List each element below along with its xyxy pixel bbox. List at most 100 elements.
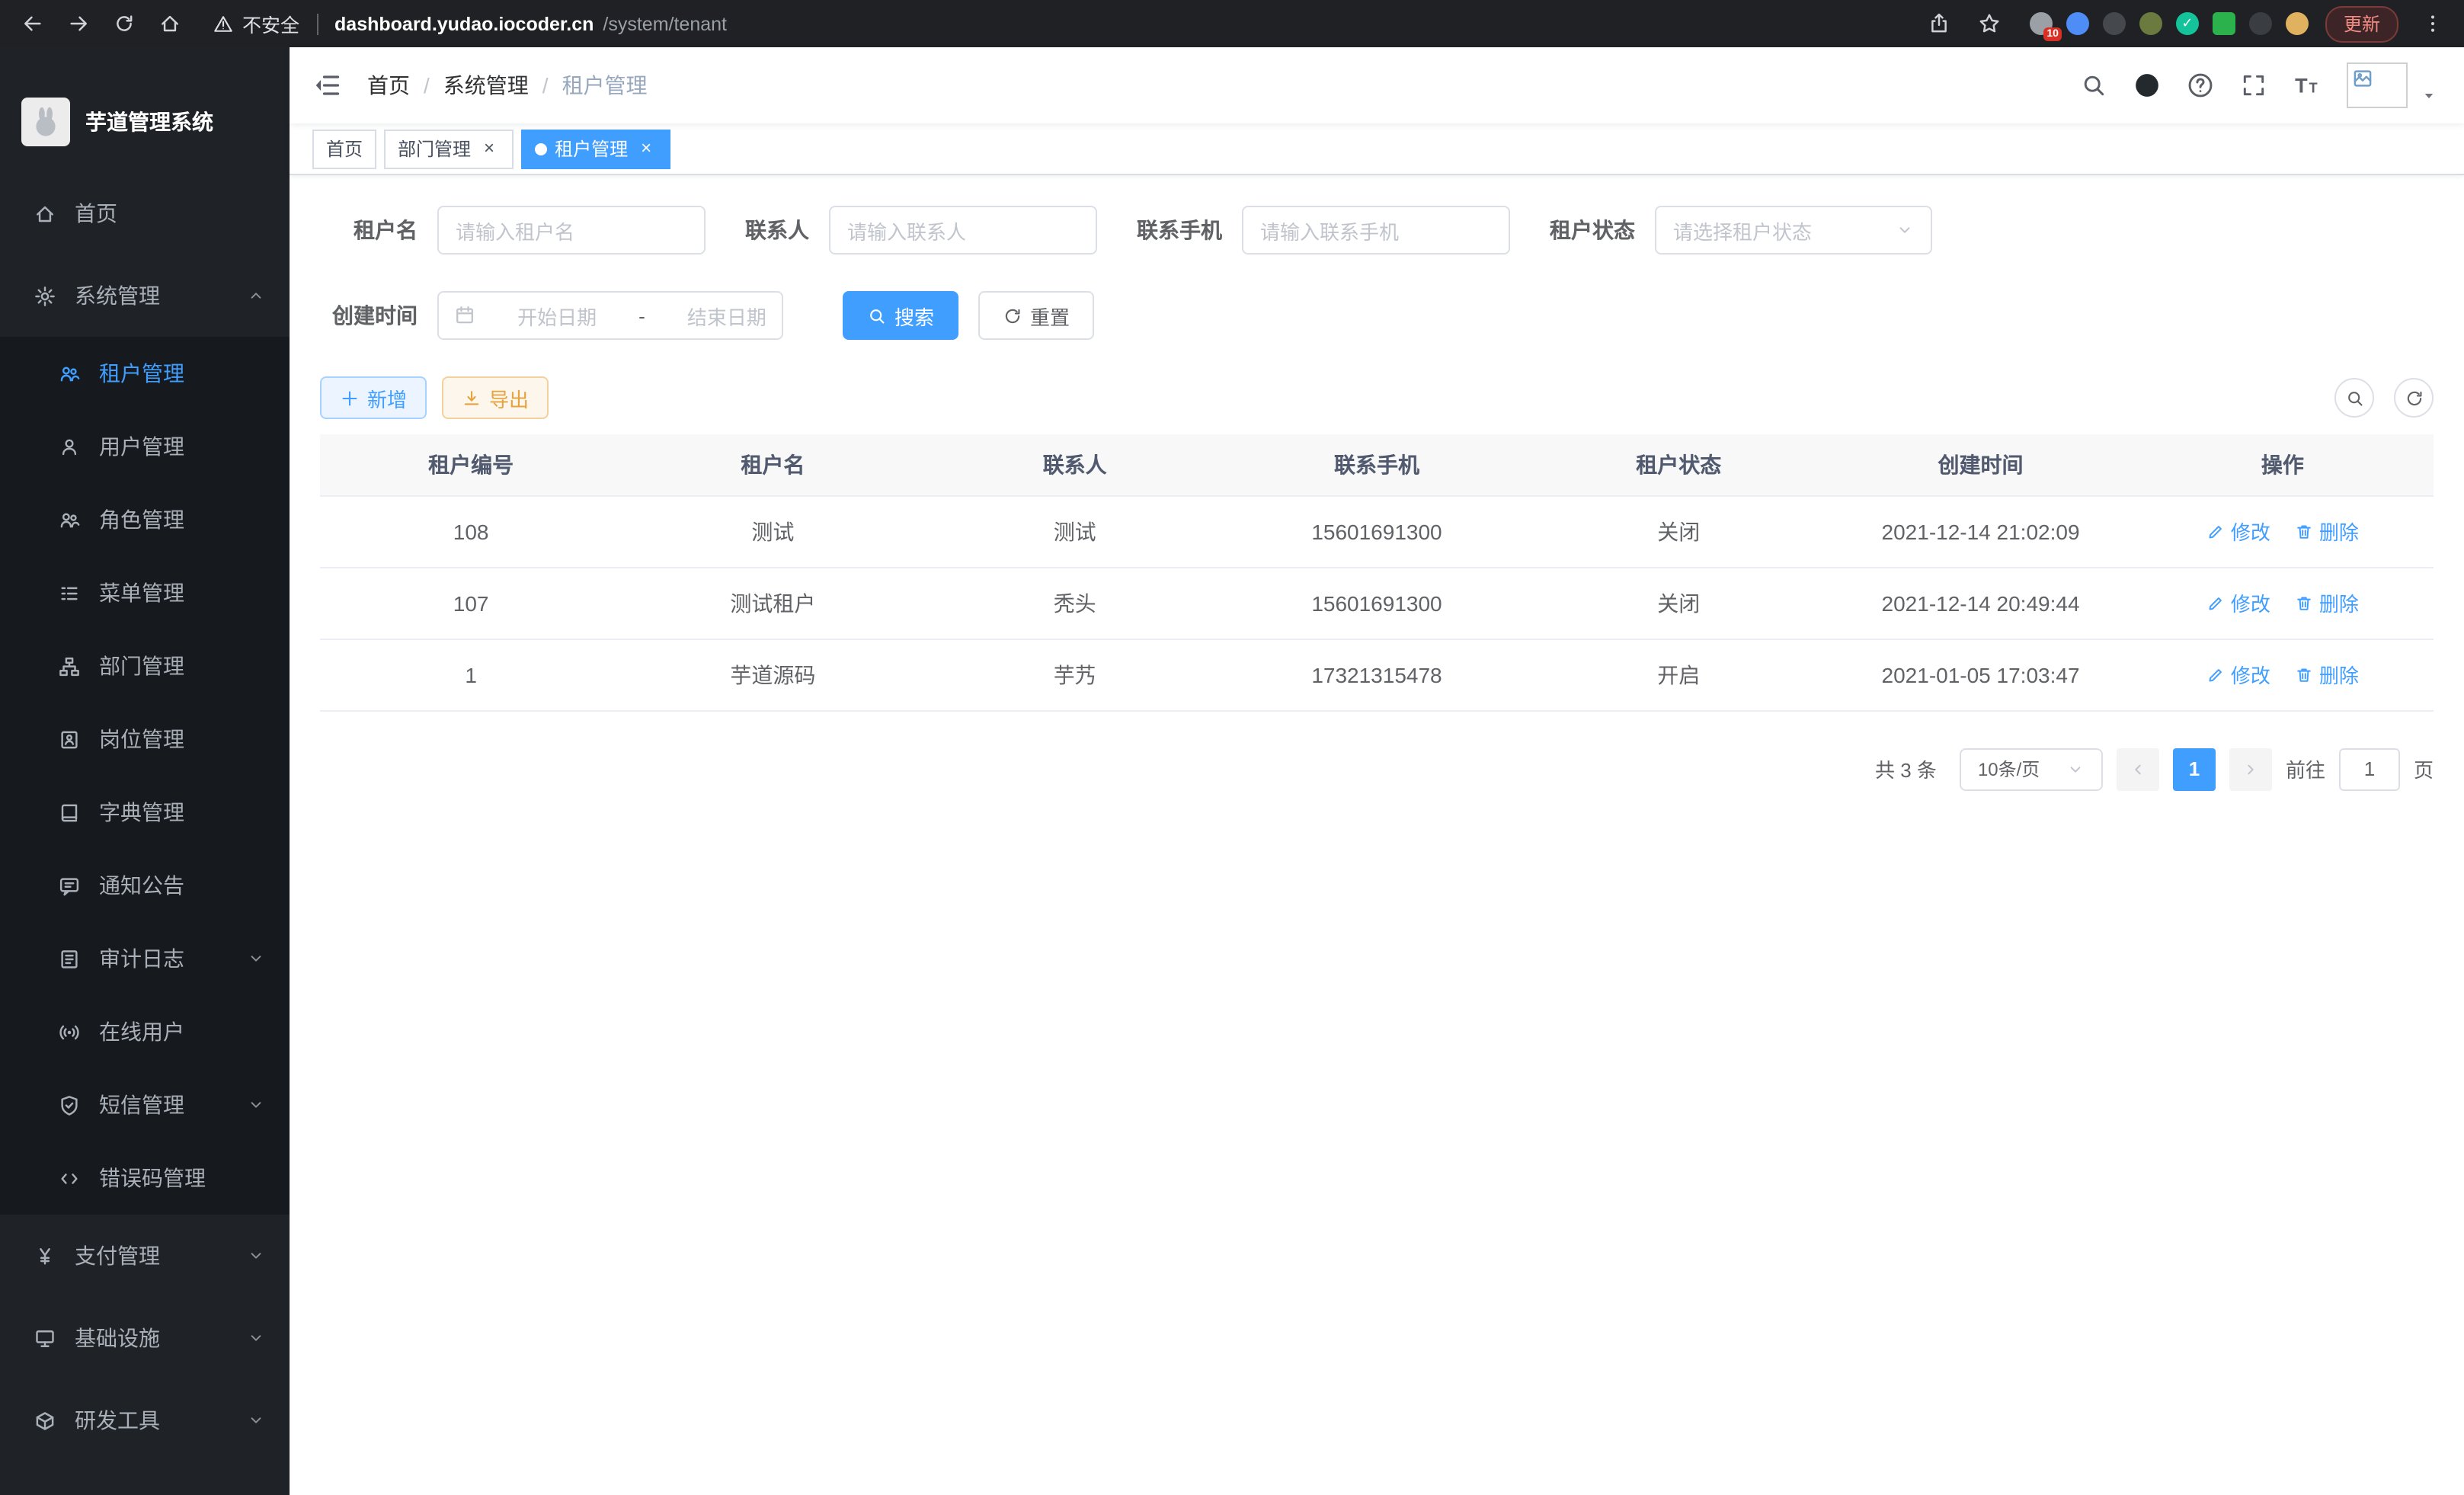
extension-icon[interactable] [2286,12,2309,35]
docs-question-icon[interactable] [2187,72,2214,99]
column-header: 租户编号 [320,434,622,495]
current-page-button[interactable]: 1 [2173,748,2216,790]
breadcrumb-separator: / [424,73,430,98]
trash-icon [2295,594,2313,612]
tenant-name-cell: 芋道源码 [622,639,923,710]
tenant-status-select[interactable]: 请选择租户状态 [1655,206,1932,255]
add-button[interactable]: 新增 [320,376,427,419]
extension-icon[interactable]: ✓ [2176,12,2199,35]
tab-home[interactable]: 首页 [312,129,376,168]
delete-button[interactable]: 删除 [2295,588,2359,617]
sidebar-item-dev-tools[interactable]: 研发工具 [0,1379,290,1461]
edit-icon [2206,665,2225,683]
add-button-label: 新增 [367,383,407,412]
extension-icon[interactable] [2213,12,2235,35]
contact-input[interactable]: 请输入联系人 [829,206,1097,255]
extension-icon[interactable] [2249,12,2272,35]
next-page-button[interactable] [2229,748,2272,790]
tenant-status-cell: 开启 [1528,639,1829,710]
breadcrumb-item[interactable]: 系统管理 [443,70,529,101]
create-time-range-picker[interactable]: 开始日期 - 结束日期 [437,291,783,340]
sidebar-item-dept[interactable]: 部门管理 [0,629,290,703]
tab-label: 首页 [326,136,363,162]
tab-tenant-manage[interactable]: 租户管理× [521,129,670,168]
security-label[interactable]: 不安全 [242,9,299,38]
chevron-down-icon [2066,760,2085,778]
filter-row-2: 创建时间 开始日期 - 结束日期 搜索 重置 [320,291,2434,340]
edit-button[interactable]: 修改 [2206,588,2270,617]
delete-button[interactable]: 删除 [2295,660,2359,689]
navbar: 首页/系统管理/租户管理 TT [290,47,2464,123]
edit-button[interactable]: 修改 [2206,517,2270,546]
sidebar-item-role[interactable]: 角色管理 [0,483,290,556]
delete-button[interactable]: 删除 [2295,517,2359,546]
sidebar-item-infrastructure[interactable]: 基础设施 [0,1297,290,1379]
sidebar-item-system[interactable]: 系统管理 [0,255,290,337]
github-icon[interactable] [2133,72,2161,99]
post-badge-icon [58,728,81,751]
browser-home-icon[interactable] [152,7,186,40]
create-time-cell: 2021-12-14 21:02:09 [1829,495,2131,567]
edit-button[interactable]: 修改 [2206,660,2270,689]
fullscreen-icon[interactable] [2240,72,2267,99]
refresh-table-icon[interactable] [2394,378,2434,418]
forward-icon[interactable] [61,7,94,40]
update-button[interactable]: 更新 [2325,5,2398,42]
page-unit-label: 页 [2414,754,2434,783]
org-tree-icon [58,655,81,677]
sidebar-item-menu[interactable]: 菜单管理 [0,556,290,629]
sidebar-item-online-user[interactable]: 在线用户 [0,995,290,1068]
share-icon[interactable] [1923,7,1957,40]
extension-icon[interactable] [2139,12,2162,35]
sidebar-item-home[interactable]: 首页 [0,172,290,255]
chevron-down-icon [247,1096,265,1114]
sidebar-item-user[interactable]: 用户管理 [0,410,290,483]
search-button[interactable]: 搜索 [843,291,958,340]
reset-button[interactable]: 重置 [978,291,1094,340]
create-time-label: 创建时间 [320,300,418,331]
sidebar-item-error-code[interactable]: 错误码管理 [0,1141,290,1215]
close-icon[interactable]: × [478,138,500,159]
home-icon [34,202,56,225]
page-size-select[interactable]: 10条/页 [1960,748,2103,790]
sidebar-item-post[interactable]: 岗位管理 [0,703,290,776]
hamburger-icon[interactable] [312,70,343,101]
page-size-value: 10条/页 [1978,756,2040,782]
tenant-name-placeholder: 请输入租户名 [456,216,574,245]
download-icon [462,388,482,408]
extension-badge: 10 [2043,27,2062,41]
sidebar-item-notice[interactable]: 通知公告 [0,849,290,922]
bookmark-star-icon[interactable] [1973,7,2007,40]
header-search-icon[interactable] [2080,72,2107,99]
edit-label: 修改 [2231,517,2270,546]
export-button[interactable]: 导出 [442,376,549,419]
tab-dept-manage[interactable]: 部门管理× [384,129,514,168]
toggle-search-icon[interactable] [2334,378,2374,418]
reload-icon[interactable] [107,7,140,40]
back-icon[interactable] [15,7,49,40]
avatar-caret-icon[interactable] [2421,88,2437,104]
close-icon[interactable]: × [635,138,657,159]
tenant-name-label: 租户名 [320,215,418,245]
breadcrumb-item[interactable]: 首页 [367,70,410,101]
sidebar-item-dict[interactable]: 字典管理 [0,776,290,849]
prev-page-button[interactable] [2117,748,2159,790]
sidebar-item-label: 研发工具 [75,1405,229,1436]
contact-label: 联系人 [745,215,809,245]
tenant-name-input[interactable]: 请输入租户名 [437,206,706,255]
sidebar-item-sms[interactable]: 短信管理 [0,1068,290,1141]
sidebar-item-tenant[interactable]: 租户管理 [0,337,290,410]
sidebar-item-payment[interactable]: 支付管理 [0,1215,290,1297]
browser-menu-icon[interactable] [2415,7,2449,40]
column-header: 租户状态 [1528,434,1829,495]
phone-input[interactable]: 请输入联系手机 [1242,206,1510,255]
sidebar-item-audit-log[interactable]: 审计日志 [0,922,290,995]
address-bar[interactable]: 不安全 dashboard.yudao.iocoder.cn/system/te… [213,9,727,38]
extension-icon[interactable] [2066,12,2089,35]
font-size-icon[interactable]: TT [2293,72,2321,99]
extension-icon[interactable] [2103,12,2126,35]
user-avatar[interactable] [2347,62,2408,108]
goto-page-input[interactable] [2339,748,2400,790]
extension-icon[interactable]: 10 [2030,12,2053,35]
export-button-label: 导出 [489,383,529,412]
